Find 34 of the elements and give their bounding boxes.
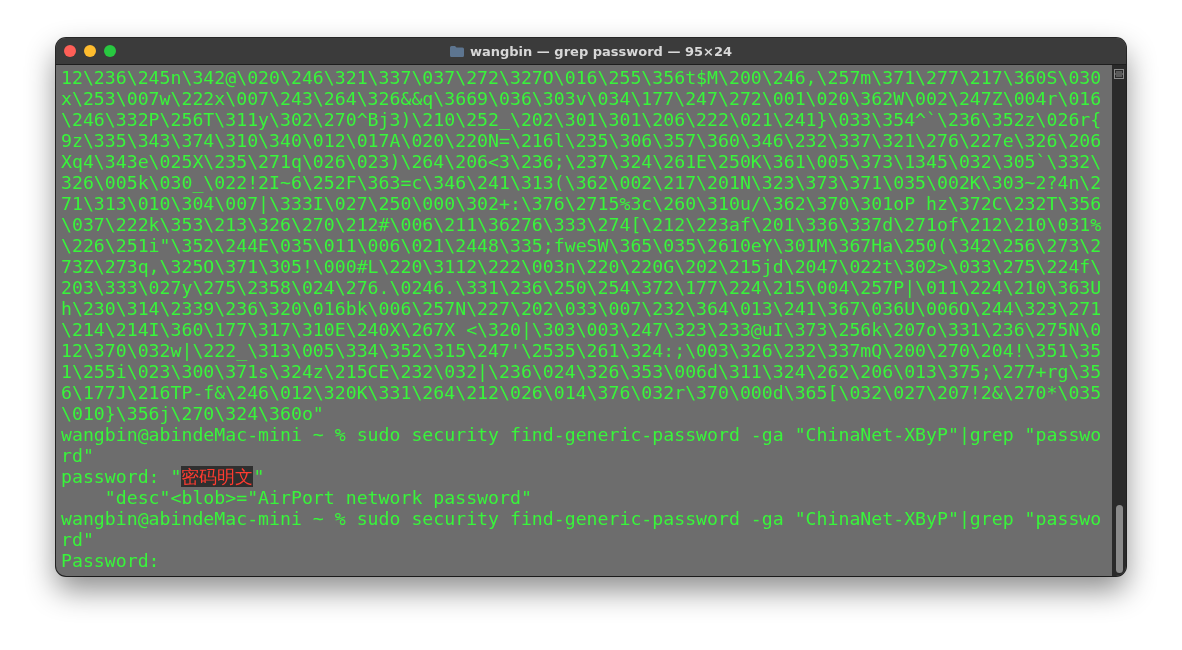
terminal-line: rd"	[61, 529, 94, 550]
scroll-bar[interactable]	[1112, 65, 1126, 576]
highlighted-text: 密码明文	[181, 466, 254, 487]
folder-icon	[449, 45, 464, 57]
terminal-line: Password:	[61, 550, 160, 571]
window-title: wangbin — grep password — 95×24	[469, 43, 733, 59]
terminal-line: \214\214I\360\177\317\310E\240X\267X <\320|\303\003\247\323\233@uI\373\256k\207o\331\236\275N\0	[61, 319, 1102, 340]
terminal-line: 73Z\273q,\325O\371\305!\000#L\220\3112\222\003n\220\220G\202\215jd\2047\022t\302>\033\275\224f\	[61, 256, 1102, 277]
terminal-line: 12\370\032w|\222_\313\005\334\352\315\247'\2535\261\324:;\003\326\232\337mQ\200\270\204!\351\35	[61, 340, 1102, 361]
terminal-line: rd"	[61, 445, 94, 466]
terminal-line: \010}\356j\270\324\360o"	[61, 403, 324, 424]
terminal-line: wangbin@abindeMac-mini ~ % sudo security find-generic-password -ga "ChinaNet-XByP"|grep "passwo	[61, 508, 1102, 529]
terminal-text: password: "	[61, 466, 182, 487]
terminal-line: 1\255i\023\300\371s\324z\215CE\232\032|\236\024\326\353\006d\311\324\262\206\013\375;\277+rg\35	[61, 361, 1102, 382]
terminal-line: 9z\335\343\374\310\340\012\017A\020\220N=\216l\235\306\357\360\346\232\337\321\276\227e\326\206	[61, 130, 1102, 151]
terminal-line: \246\332P\256T\311y\302\270^Bj3)\210\252_\202\301\301\206\222\021\241}\033\354^`\236\352z\026r{	[61, 109, 1102, 130]
terminal-line: wangbin@abindeMac-mini ~ % sudo security find-generic-password -ga "ChinaNet-XByP"|grep "passwo	[61, 424, 1102, 445]
split-pane-icon[interactable]	[1114, 69, 1124, 79]
terminal-text: "	[253, 466, 265, 487]
terminal-line: \226\251i"\352\244E\035\011\006\021\2448\335;fweSW\365\035\2610eY\301M\367Ha\250(\342\256\273\2	[61, 235, 1102, 256]
maximize-button[interactable]	[104, 45, 116, 57]
terminal-line: \037\222k\353\213\326\270\212#\006\211\36276\333\274[\212\223af\201\336\337d\271of\212\210\031%	[61, 214, 1102, 235]
scroll-thumb[interactable]	[1115, 505, 1123, 573]
close-button[interactable]	[64, 45, 76, 57]
terminal-line: "desc"<blob>="AirPort network password"	[103, 487, 532, 508]
minimize-button[interactable]	[84, 45, 96, 57]
terminal-line: 203\333\027y\275\2358\024\276.\0246.\331\236\250\254\372\177\224\215\004\257P|\011\224\210\363U	[61, 277, 1102, 298]
terminal-line: h\230\314\2339\236\320\016bk\006\257N\227\202\033\007\232\364\013\241\367\036U\006O\244\323\271	[61, 298, 1102, 319]
terminal-line: 326\005k\030_\022!2I~6\252F\363=c\346\241\313(\362\002\217\201N\323\373\371\035\002K\303~2?4n\2	[61, 172, 1102, 193]
terminal-line: 71\313\010\304\007|\333I\027\250\000\302+:\376\2715%3c\260\310u/\362\370\301oP hz\372C\232T\356	[61, 193, 1102, 214]
terminal-line: 6\177J\216TP-f&\246\012\320K\331\264\212\026\014\376\032r\370\000d\365[\032\027\207!2&\270*\035	[61, 382, 1102, 403]
terminal-line: Xq4\343e\025X\235\271q\026\023)\264\206<3\236;\237\324\261E\250K\361\005\373\1345\032\305`\332\	[61, 151, 1102, 172]
terminal-line: 12\236\245n\342@\020\246\321\337\037\272\327O\016\255\356t$M\200\246,\257m\371\277\217\360S\030	[61, 67, 1102, 88]
terminal-line: x\253\007w\222x\007\243\264\326&&q\3669\036\303v\034\177\247\272\001\020\362W\002\247Z\004r\016	[61, 88, 1102, 109]
